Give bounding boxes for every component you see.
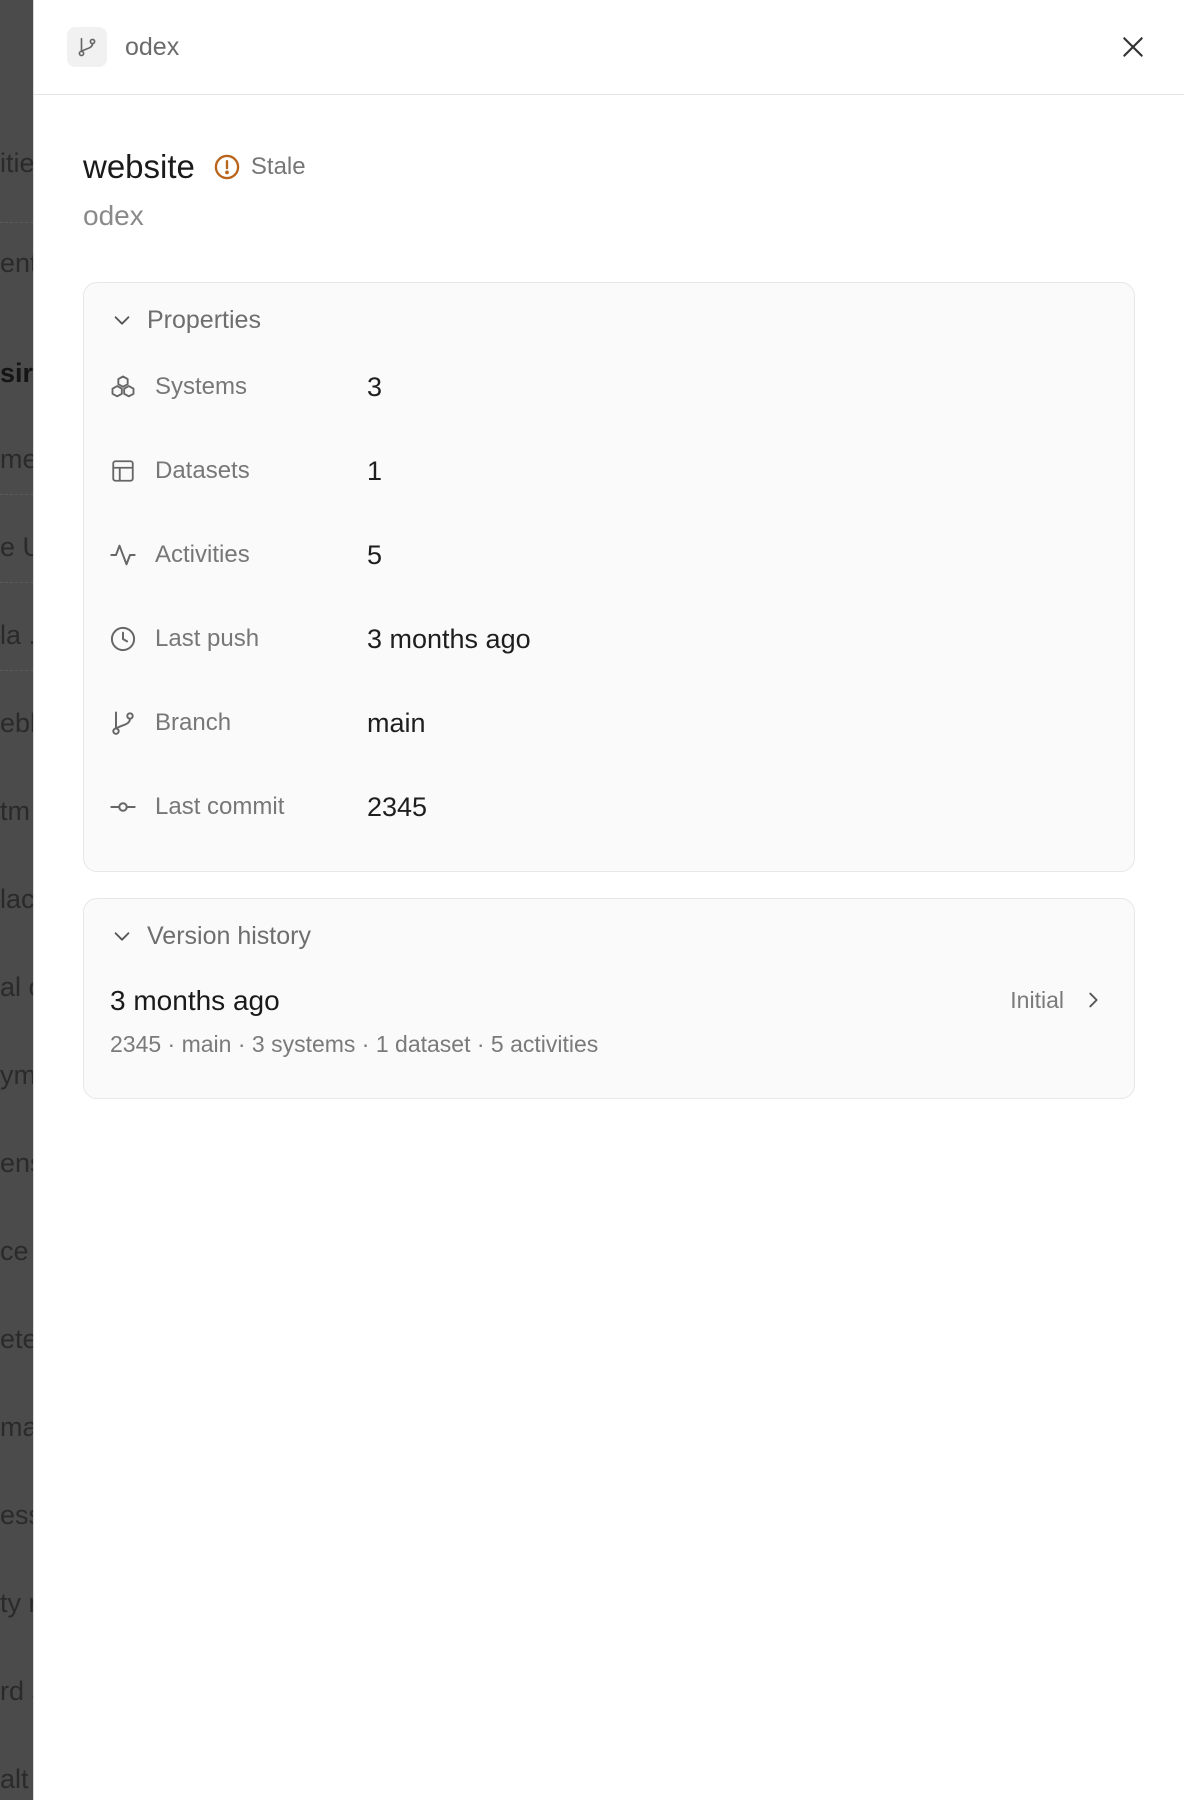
- background-text: ess: [0, 1500, 33, 1530]
- background-text: ebl: [0, 708, 33, 738]
- property-last-commit: Last commit 2345: [84, 765, 1134, 849]
- version-details: 3 months ago 2345 · main · 3 systems · 1…: [110, 985, 1010, 1058]
- background-text: tm: [0, 796, 30, 826]
- background-text: itie: [0, 148, 33, 178]
- git-commit-icon: [109, 793, 137, 821]
- version-history-label: Version history: [147, 921, 311, 950]
- chevron-right-icon: [1089, 992, 1098, 1008]
- property-last-push: Last push 3 months ago: [84, 597, 1134, 681]
- property-value: 3: [367, 371, 383, 402]
- background-divider: [0, 222, 33, 223]
- background-text: ty r: [0, 1588, 33, 1618]
- background-text: ym: [0, 1060, 33, 1090]
- properties-label: Properties: [147, 305, 261, 334]
- version-meta: 2345 · main · 3 systems · 1 dataset · 5 …: [110, 1031, 599, 1057]
- property-value: 3 months ago: [367, 623, 531, 654]
- version-item[interactable]: 3 months ago 2345 · main · 3 systems · 1…: [84, 973, 1134, 1098]
- alert-circle-icon: [214, 154, 240, 180]
- properties-card: Properties Systems 3 Datasets 1 Activiti…: [83, 282, 1135, 872]
- property-branch: Branch main: [84, 681, 1134, 765]
- git-branch-icon: [109, 709, 137, 737]
- background-text: la .: [0, 620, 33, 650]
- drawer-title: odex: [125, 32, 180, 61]
- close-button[interactable]: [1116, 30, 1150, 64]
- version-history-toggle[interactable]: Version history: [84, 899, 1134, 973]
- background-text: e U: [0, 532, 33, 562]
- properties-list: Systems 3 Datasets 1 Activities 5 Last p…: [84, 345, 1134, 871]
- version-side: Initial: [1010, 985, 1104, 1058]
- property-value: 2345: [367, 791, 428, 822]
- property-key: Datasets: [155, 457, 250, 484]
- property-value: 1: [367, 455, 383, 486]
- background-text: lac: [0, 884, 33, 914]
- property-key: Last commit: [155, 793, 285, 820]
- version-title: 3 months ago: [110, 985, 280, 1016]
- drawer-header: odex: [34, 0, 1184, 95]
- chevron-down-icon: [114, 316, 130, 325]
- property-key: Activities: [155, 541, 250, 568]
- background-page: itie ent sir me e U la . ebl tm lac al c…: [0, 0, 33, 1800]
- entity-header: website Stale: [83, 148, 1135, 186]
- dataset-table-icon: [109, 457, 137, 485]
- entity-name: website: [83, 148, 195, 185]
- background-divider: [0, 670, 33, 671]
- property-key: Last push: [155, 625, 260, 652]
- background-text: rd s: [0, 1676, 33, 1706]
- background-text: ete: [0, 1324, 33, 1354]
- property-value: 5: [367, 539, 383, 570]
- chevron-down-icon: [114, 932, 130, 941]
- status-badge: Stale: [213, 153, 306, 181]
- close-icon: [1123, 37, 1143, 57]
- property-key: Branch: [155, 709, 232, 736]
- git-branch-icon: [67, 27, 107, 67]
- version-tag: Initial: [1010, 987, 1064, 1013]
- clock-icon: [109, 625, 137, 653]
- background-text: al c: [0, 972, 33, 1002]
- version-history-card: Version history 3 months ago 2345 · main…: [83, 898, 1135, 1099]
- background-divider: [0, 494, 33, 495]
- entity-subtitle: odex: [83, 200, 144, 231]
- background-divider: [0, 582, 33, 583]
- property-datasets: Datasets 1: [84, 429, 1134, 513]
- background-text: me: [0, 444, 33, 474]
- property-activities: Activities 5: [84, 513, 1134, 597]
- background-text: ma: [0, 1412, 33, 1442]
- activity-pulse-icon: [109, 541, 137, 569]
- background-text: ens: [0, 1148, 33, 1178]
- background-text: ce: [0, 1236, 29, 1266]
- status-label: Stale: [250, 153, 306, 180]
- detail-drawer: odex website Stale odex Properties Syste…: [33, 0, 1184, 1800]
- background-text: ent: [0, 248, 33, 278]
- property-value: main: [367, 707, 426, 738]
- property-key: Systems: [155, 373, 248, 400]
- background-text: alt: [0, 1764, 29, 1794]
- drawer-content: website Stale odex Properties Systems 3 …: [34, 95, 1184, 1099]
- property-systems: Systems 3: [84, 345, 1134, 429]
- background-text: sir: [0, 358, 33, 388]
- systems-icon: [109, 373, 137, 401]
